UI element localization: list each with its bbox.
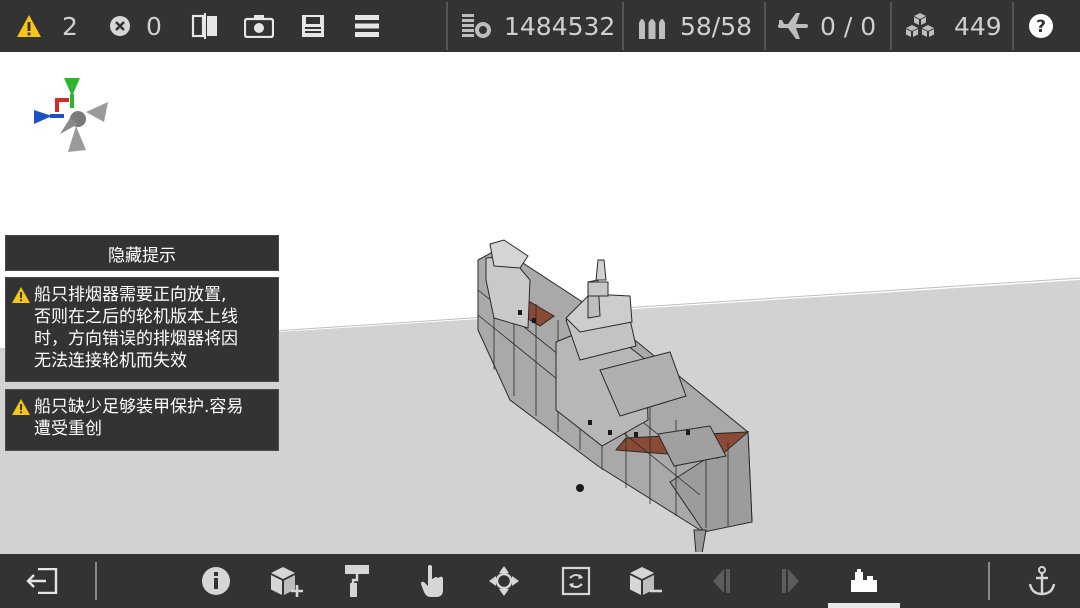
exit-button[interactable] bbox=[14, 554, 70, 608]
warning-text-line: 无法连接轮机而失效 bbox=[34, 351, 187, 371]
ship-model[interactable] bbox=[470, 220, 760, 552]
next-button[interactable] bbox=[763, 554, 819, 608]
divider bbox=[95, 562, 97, 600]
symmetry-button[interactable] bbox=[178, 0, 232, 52]
blocks-icon bbox=[906, 13, 934, 37]
previous-button[interactable] bbox=[693, 554, 749, 608]
warning-hint: 船只缺少足够装甲保护.容易 遭受重创 bbox=[5, 389, 279, 451]
aircraft-value: 0 / 0 bbox=[820, 11, 877, 41]
warning-text-line: 船只缺少足够装甲保护.容易 bbox=[34, 397, 244, 417]
error-icon bbox=[110, 16, 130, 36]
add-block-icon bbox=[271, 567, 303, 597]
bottom-toolbar bbox=[0, 554, 1080, 608]
hide-hints-button[interactable]: 隐藏提示 bbox=[5, 235, 279, 271]
save-button[interactable] bbox=[286, 0, 340, 52]
info-button[interactable] bbox=[188, 554, 244, 608]
blocks-value: 449 bbox=[954, 11, 1002, 41]
remove-block-button[interactable] bbox=[618, 554, 674, 608]
errors-count: 0 bbox=[146, 11, 162, 41]
symmetry-icon bbox=[191, 13, 217, 39]
cost-counter: 1484532 bbox=[448, 0, 622, 52]
anchor-icon bbox=[1028, 566, 1056, 596]
next-icon bbox=[782, 569, 799, 593]
paint-button[interactable] bbox=[329, 554, 385, 608]
top-toolbar: 2 0 1484532 58/58 0 / 0 449 ? bbox=[0, 0, 1080, 52]
orientation-gizmo[interactable] bbox=[30, 74, 114, 158]
hide-hints-label: 隐藏提示 bbox=[108, 245, 176, 266]
coins-icon bbox=[462, 14, 491, 38]
paint-roller-icon bbox=[345, 565, 369, 597]
menu-button[interactable] bbox=[340, 0, 394, 52]
camera-icon bbox=[244, 15, 274, 38]
ammo-value: 58/58 bbox=[680, 11, 753, 41]
warning-text-line: 时，方向错误的排烟器将因 bbox=[34, 329, 238, 349]
cost-value: 1484532 bbox=[504, 11, 616, 41]
screenshot-button[interactable] bbox=[232, 0, 286, 52]
svg-text:?: ? bbox=[1036, 17, 1046, 37]
warnings-count: 2 bbox=[62, 11, 78, 41]
warning-hint: 船只排烟器需要正向放置, 否则在之后的轮机版本上线 时，方向错误的排烟器将因 无… bbox=[5, 277, 279, 382]
remove-block-icon bbox=[630, 567, 662, 595]
anchor-button[interactable] bbox=[1014, 554, 1070, 608]
help-icon: ? bbox=[1029, 14, 1053, 38]
move-button[interactable] bbox=[476, 554, 532, 608]
warning-icon bbox=[17, 15, 41, 37]
ammo-counter: 58/58 bbox=[624, 0, 764, 52]
aircraft-counter: 0 / 0 bbox=[766, 0, 890, 52]
hand-icon bbox=[421, 565, 443, 597]
info-icon bbox=[202, 567, 230, 595]
warning-icon bbox=[12, 399, 30, 415]
ship-editor: 2 0 1484532 58/58 0 / 0 449 ? 隐藏提示 船只排烟器… bbox=[0, 0, 1080, 608]
build-mode-button[interactable] bbox=[836, 554, 892, 608]
airplane-icon bbox=[778, 13, 808, 39]
exit-icon bbox=[26, 568, 58, 594]
rotate-icon bbox=[561, 566, 591, 596]
3d-viewport[interactable]: 隐藏提示 船只排烟器需要正向放置, 否则在之后的轮机版本上线 时，方向错误的排烟… bbox=[0, 52, 1080, 554]
move-icon bbox=[489, 566, 519, 596]
menu-icon bbox=[355, 15, 379, 37]
build-mode-icon bbox=[851, 569, 877, 592]
warnings-counter[interactable]: 2 bbox=[0, 0, 104, 52]
add-block-button[interactable] bbox=[259, 554, 315, 608]
warning-icon bbox=[12, 287, 30, 303]
warning-text-line: 否则在之后的轮机版本上线 bbox=[34, 307, 238, 327]
blocks-counter: 449 bbox=[892, 0, 1012, 52]
save-icon bbox=[302, 15, 324, 37]
rotate-button[interactable] bbox=[548, 554, 604, 608]
active-tool-indicator bbox=[828, 603, 900, 608]
divider bbox=[988, 562, 990, 600]
prev-icon bbox=[713, 569, 730, 593]
warning-text-line: 船只排烟器需要正向放置, bbox=[34, 285, 227, 305]
warning-text-line: 遭受重创 bbox=[34, 419, 102, 439]
help-button[interactable]: ? bbox=[1014, 0, 1068, 52]
errors-counter[interactable]: 0 bbox=[104, 0, 178, 52]
select-button[interactable] bbox=[405, 554, 461, 608]
ammo-icon bbox=[639, 19, 665, 39]
